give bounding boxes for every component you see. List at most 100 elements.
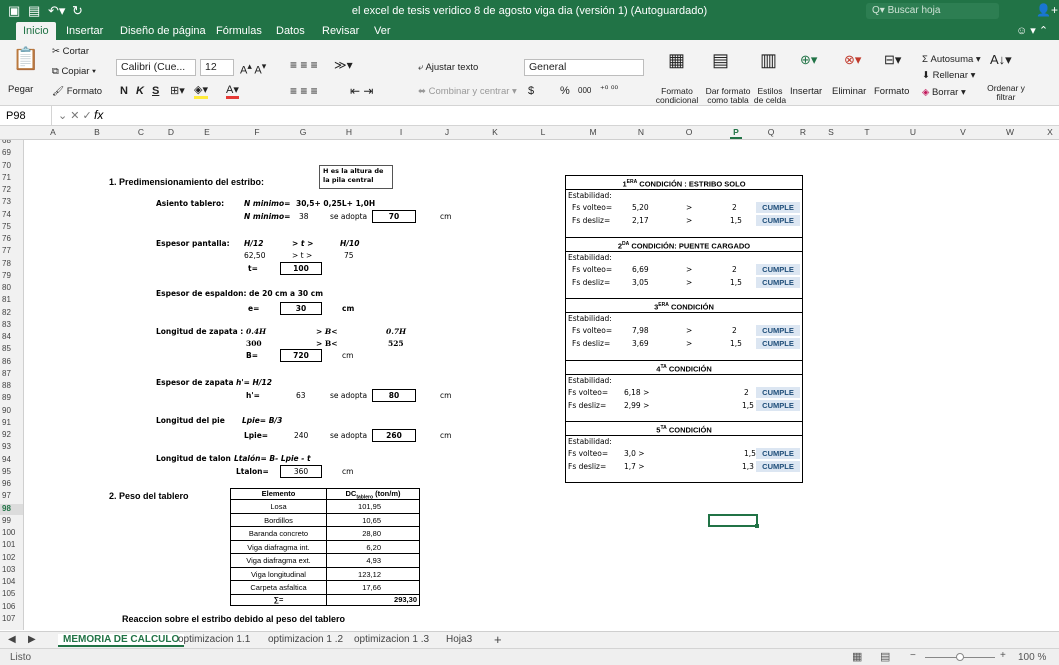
- clear-button[interactable]: ◈ Borrar ▾: [922, 87, 966, 98]
- sheet-tab-opt13[interactable]: optimizacion 1 .3: [354, 634, 429, 645]
- row-header[interactable]: 69: [0, 148, 23, 159]
- wrap-text-button[interactable]: ⤶ Ajustar texto: [418, 62, 478, 73]
- decimal-buttons[interactable]: ⁺⁰ ⁰⁰: [600, 84, 618, 95]
- column-header[interactable]: J: [442, 127, 452, 137]
- column-header[interactable]: H: [344, 127, 354, 137]
- row-header[interactable]: 95: [0, 467, 23, 478]
- conditional-format-button[interactable]: Formato condicional: [655, 87, 699, 105]
- insert-cells-icon[interactable]: ⊕▾: [800, 52, 817, 68]
- underline-button[interactable]: S: [152, 85, 159, 97]
- tab-insertar[interactable]: Insertar: [66, 22, 103, 40]
- row-header[interactable]: 88: [0, 381, 23, 392]
- cut-button[interactable]: ✂ Cortar: [52, 46, 89, 57]
- fill-button[interactable]: ⬇ Rellenar ▾: [922, 70, 975, 81]
- row-header[interactable]: 83: [0, 320, 23, 331]
- row-header[interactable]: 89: [0, 393, 23, 404]
- column-header[interactable]: M: [588, 127, 598, 137]
- delete-button[interactable]: Eliminar: [832, 86, 866, 97]
- row-header-selected[interactable]: 98: [0, 503, 23, 515]
- column-header[interactable]: T: [862, 127, 872, 137]
- row-header[interactable]: 97: [0, 491, 23, 502]
- share-user-icon[interactable]: 👤+: [1036, 3, 1058, 17]
- number-format-select[interactable]: General: [524, 59, 644, 76]
- column-header[interactable]: Q: [766, 127, 776, 137]
- sort-filter-icon[interactable]: A↓▾: [990, 52, 1012, 68]
- row-header[interactable]: 86: [0, 357, 23, 368]
- currency-button[interactable]: $: [528, 85, 534, 97]
- row-header[interactable]: 102: [0, 553, 23, 564]
- row-header[interactable]: 100: [0, 528, 23, 539]
- column-header[interactable]: R: [798, 127, 808, 137]
- zoom-out-button[interactable]: −: [910, 650, 916, 661]
- orientation-icon[interactable]: ≫▾: [334, 58, 353, 72]
- row-header[interactable]: 77: [0, 246, 23, 257]
- column-header[interactable]: A: [48, 127, 58, 137]
- tab-inicio[interactable]: Inicio: [16, 22, 56, 40]
- row-header[interactable]: 80: [0, 283, 23, 294]
- row-header[interactable]: 72: [0, 185, 23, 196]
- row-header[interactable]: 103: [0, 565, 23, 576]
- row-header[interactable]: 73: [0, 197, 23, 208]
- row-header[interactable]: 96: [0, 479, 23, 490]
- insert-function-button[interactable]: fx: [94, 108, 103, 122]
- normal-view-icon[interactable]: ▦: [852, 650, 862, 663]
- prev-sheet-icon[interactable]: ◀: [8, 634, 16, 645]
- cell-styles-icon[interactable]: ▥: [760, 50, 777, 71]
- cell-styles-button[interactable]: Estilos de celda: [752, 87, 788, 105]
- format-cells-icon[interactable]: ⊟▾: [884, 52, 901, 68]
- font-size-select[interactable]: 12: [200, 59, 234, 76]
- selected-cell[interactable]: [708, 514, 758, 527]
- page-layout-icon[interactable]: ▤: [880, 650, 890, 663]
- sheet-tab-opt11[interactable]: optimizacion 1.1: [178, 634, 250, 645]
- borders-icon[interactable]: ⊞▾: [170, 84, 185, 97]
- delete-cells-icon[interactable]: ⊗▾: [844, 52, 861, 68]
- font-color-icon[interactable]: A▾: [226, 83, 239, 99]
- align-left-icon[interactable]: ≡ ≡ ≡: [290, 84, 318, 98]
- column-header[interactable]: X: [1045, 127, 1055, 137]
- add-sheet-button[interactable]: +: [494, 632, 502, 647]
- row-header[interactable]: 75: [0, 222, 23, 233]
- clipboard-icon[interactable]: 📋: [12, 46, 39, 72]
- row-header[interactable]: 92: [0, 430, 23, 441]
- row-header[interactable]: 79: [0, 271, 23, 282]
- column-header[interactable]: F: [252, 127, 262, 137]
- row-header[interactable]: 101: [0, 540, 23, 551]
- zoom-slider-thumb[interactable]: [956, 653, 964, 661]
- merge-center-button[interactable]: ⬌ Combinar y centrar ▾: [418, 86, 517, 97]
- row-header[interactable]: 82: [0, 308, 23, 319]
- column-header[interactable]: S: [826, 127, 836, 137]
- row-header[interactable]: 106: [0, 602, 23, 613]
- tab-revisar[interactable]: Revisar: [322, 22, 359, 40]
- row-header[interactable]: 74: [0, 210, 23, 221]
- formula-input[interactable]: [120, 110, 1050, 124]
- row-header[interactable]: 105: [0, 589, 23, 600]
- sort-filter-button[interactable]: Ordenar y filtrar: [986, 84, 1026, 102]
- column-header[interactable]: K: [490, 127, 500, 137]
- next-sheet-icon[interactable]: ▶: [28, 634, 36, 645]
- conditional-format-icon[interactable]: ▦: [668, 50, 685, 71]
- grow-shrink-font-buttons[interactable]: A▴ A▾: [240, 61, 266, 77]
- format-button[interactable]: Formato: [874, 86, 909, 97]
- thousands-button[interactable]: 000: [578, 86, 591, 95]
- row-header[interactable]: 104: [0, 577, 23, 588]
- column-header[interactable]: D: [166, 127, 176, 137]
- sheet-tab-opt12[interactable]: optimizacion 1 .2: [268, 634, 343, 645]
- sheet-tab-hoja3[interactable]: Hoja3: [446, 634, 472, 645]
- paste-button[interactable]: Pegar: [8, 84, 33, 95]
- sheet-tab-memoria[interactable]: MEMORIA DE CALCULO: [58, 634, 185, 647]
- row-header[interactable]: 90: [0, 406, 23, 417]
- indent-icon[interactable]: ⇤ ⇥: [350, 84, 373, 98]
- column-header[interactable]: U: [908, 127, 918, 137]
- name-box[interactable]: P98: [0, 106, 52, 126]
- row-header[interactable]: 71: [0, 173, 23, 184]
- row-header[interactable]: 87: [0, 369, 23, 380]
- fill-color-icon[interactable]: ◈▾: [194, 83, 208, 99]
- column-header[interactable]: B: [92, 127, 102, 137]
- align-top-icon[interactable]: ≡ ≡ ≡: [290, 58, 318, 72]
- tab-datos[interactable]: Datos: [276, 22, 305, 40]
- column-header[interactable]: L: [538, 127, 548, 137]
- format-as-table-button[interactable]: Dar formato como tabla: [703, 87, 753, 105]
- row-header[interactable]: 68: [0, 140, 23, 147]
- fill-handle[interactable]: [755, 524, 759, 528]
- tab-formulas[interactable]: Fórmulas: [216, 22, 262, 40]
